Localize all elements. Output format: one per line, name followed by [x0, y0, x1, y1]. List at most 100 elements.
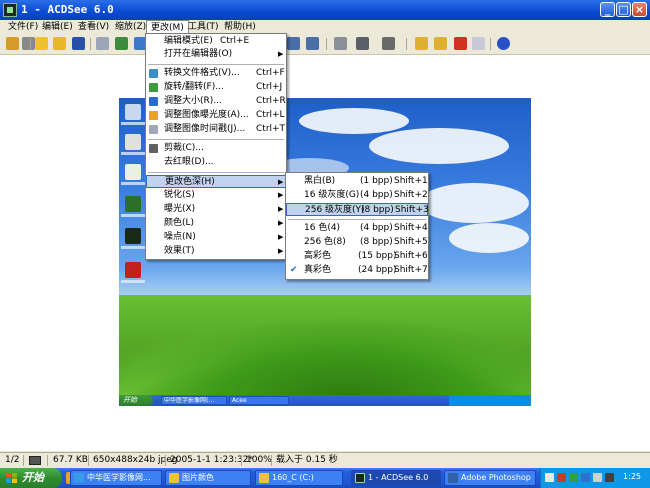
maximize-button[interactable]: □ [616, 2, 631, 17]
folder-icon [169, 473, 179, 483]
menu-item-16-color[interactable]: 16 色(4) (4 bpp) Shift+4 [286, 222, 428, 235]
taskbar-item-drive[interactable]: 160_C (C:) [255, 470, 343, 486]
toolbar-separator [30, 38, 31, 50]
close-button[interactable]: × [632, 2, 647, 17]
menu-separator [148, 139, 284, 140]
menu-item-crop[interactable]: 剪裁(C)... [146, 142, 286, 155]
start-button[interactable]: 开始 [0, 468, 62, 488]
taskbar-item-acdsee[interactable]: 1 - ACDSee 6.0 [351, 470, 441, 486]
menu-item-true-color[interactable]: ✔ 真彩色 (24 bpp) Shift+7 [286, 264, 428, 277]
menu-item-256-gray[interactable]: 256 级灰度(Y) (8 bpp) Shift+3 [286, 203, 429, 216]
tray-icon[interactable] [605, 473, 614, 482]
desktop-icon [125, 196, 141, 212]
browser-icon [74, 473, 84, 483]
menu-item-open-in-editor[interactable]: 打开在编辑器(O) ▶ [146, 48, 286, 61]
system-clock[interactable]: 1:25 [623, 472, 641, 481]
taskbar-item-photoshop[interactable]: Adobe Photoshop [444, 470, 536, 486]
title-bar[interactable]: 1 - ACDSee 6.0 _ □ × [0, 0, 650, 20]
toolbar-separator [90, 38, 91, 50]
scanner-icon[interactable] [356, 37, 369, 50]
menu-item-sharpen[interactable]: 锐化(S) ▶ [146, 189, 286, 202]
preview-taskbar: 开始 中华医学影像网(… Acee [119, 395, 531, 406]
menu-item-high-color[interactable]: 高彩色 (15 bpp) Shift+6 [286, 250, 428, 263]
window-title: 1 - ACDSee 6.0 [21, 3, 114, 16]
preview-task: 中华医学影像网(… [161, 396, 227, 405]
tray-icon[interactable] [557, 473, 566, 482]
save-icon[interactable] [72, 37, 85, 50]
acquire-icon[interactable] [53, 37, 66, 50]
start-label: 开始 [22, 471, 44, 484]
taskbar-item-browser[interactable]: 中华医学影像网... [70, 470, 162, 486]
checkmark-icon: ✔ [290, 265, 298, 275]
network-icon[interactable] [581, 473, 590, 482]
modify-menu: 编辑模式(E) Ctrl+E 打开在编辑器(O) ▶ 转换文件格式(V)... … [145, 33, 287, 260]
tray-icon[interactable] [569, 473, 578, 482]
desktop-icon [125, 134, 141, 150]
browse-icon[interactable] [6, 37, 19, 50]
menu-item-edit-mode[interactable]: 编辑模式(E) Ctrl+E [146, 35, 286, 48]
menu-item-black-white[interactable]: 黑白(B) (1 bpp) Shift+1 [286, 175, 428, 188]
menu-item-adjust-exposure[interactable]: 调整图像曝光度(A)... Ctrl+L [146, 109, 286, 122]
submenu-arrow-icon: ▶ [278, 191, 284, 199]
menu-item-rotate-flip[interactable]: 旋转/翻转(F)... Ctrl+J [146, 81, 286, 94]
rotate-icon[interactable] [115, 37, 128, 50]
delete-icon[interactable] [454, 37, 467, 50]
menu-item-16-gray[interactable]: 16 级灰度(G) (4 bpp) Shift+2 [286, 189, 428, 202]
system-tray: 1:25 [540, 468, 650, 488]
move-to-folder-icon[interactable] [434, 37, 447, 50]
volume-icon[interactable] [593, 473, 602, 482]
submenu-arrow-icon: ▶ [278, 233, 284, 241]
menu-view[interactable]: 查看(V) [74, 20, 113, 34]
menu-item-color-depth[interactable]: 更改色深(H) ▶ [146, 175, 286, 188]
wallpaper-icon[interactable] [382, 37, 395, 50]
menu-modify[interactable]: 更改(M) [146, 20, 189, 34]
menu-bar: 文件(F) 编辑(E) 查看(V) 缩放(Z) 更改(M) 工具(T) 帮助(H… [0, 20, 650, 34]
dropdown-arrow-icon[interactable] [22, 37, 35, 50]
resize-icon [149, 97, 158, 106]
copy-to-folder-icon[interactable] [415, 37, 428, 50]
menu-item-color[interactable]: 颜色(L) ▶ [146, 217, 286, 230]
menu-item-resize[interactable]: 调整大小(R)... Ctrl+R [146, 95, 286, 108]
edit-mode-icon[interactable] [96, 37, 109, 50]
menu-item-256-color[interactable]: 256 色(8) (8 bpp) Shift+5 [286, 236, 428, 249]
toolbar-separator [490, 38, 491, 50]
menu-item-effects[interactable]: 效果(T) ▶ [146, 245, 286, 258]
desktop-icon [125, 262, 141, 278]
toolbar-separator [326, 38, 327, 50]
submenu-arrow-icon: ▶ [278, 50, 284, 58]
menu-item-noise[interactable]: 噪点(N) ▶ [146, 231, 286, 244]
zoom-in-icon[interactable] [287, 37, 300, 50]
menu-item-exposure[interactable]: 曝光(X) ▶ [146, 203, 286, 216]
status-page: 1/2 [5, 455, 20, 465]
menu-edit[interactable]: 编辑(E) [38, 20, 77, 34]
tray-icon[interactable] [545, 473, 554, 482]
menu-tools[interactable]: 工具(T) [184, 20, 223, 34]
photoshop-icon [448, 473, 458, 483]
print-icon[interactable] [334, 37, 347, 50]
menu-item-adjust-timestamp[interactable]: 调整图像时间戳(J)... Ctrl+T [146, 123, 286, 136]
submenu-arrow-icon: ▶ [278, 205, 284, 213]
desktop-icon [125, 104, 141, 120]
toolbar-separator [406, 38, 407, 50]
preview-tray [449, 395, 531, 406]
menu-file[interactable]: 文件(F) [4, 20, 42, 34]
exposure-icon [149, 111, 158, 120]
folder-icon [259, 473, 269, 483]
help-icon[interactable] [497, 37, 510, 50]
zoom-out-icon[interactable] [306, 37, 319, 50]
minimize-button[interactable]: _ [600, 2, 615, 17]
preview-task: Acee [229, 396, 289, 405]
acdsee-app-icon[interactable] [3, 3, 17, 17]
clock-icon [149, 125, 158, 134]
menu-item-convert-format[interactable]: 转换文件格式(V)... Ctrl+F [146, 67, 286, 80]
taskbar-item-folder[interactable]: 图片颜色 [165, 470, 251, 486]
menu-separator [148, 172, 284, 173]
menu-help[interactable]: 帮助(H) [220, 20, 260, 34]
menu-separator [148, 64, 284, 65]
menu-zoom[interactable]: 缩放(Z) [111, 20, 150, 34]
properties-icon[interactable] [472, 37, 485, 50]
status-bar: 1/2 67.7 KB 650x488x24b jpeg 2005-1-1 1:… [0, 452, 650, 468]
preview-start-button: 开始 [119, 395, 153, 406]
open-folder-icon[interactable] [35, 37, 48, 50]
menu-item-red-eye[interactable]: 去红眼(D)... [146, 156, 286, 169]
